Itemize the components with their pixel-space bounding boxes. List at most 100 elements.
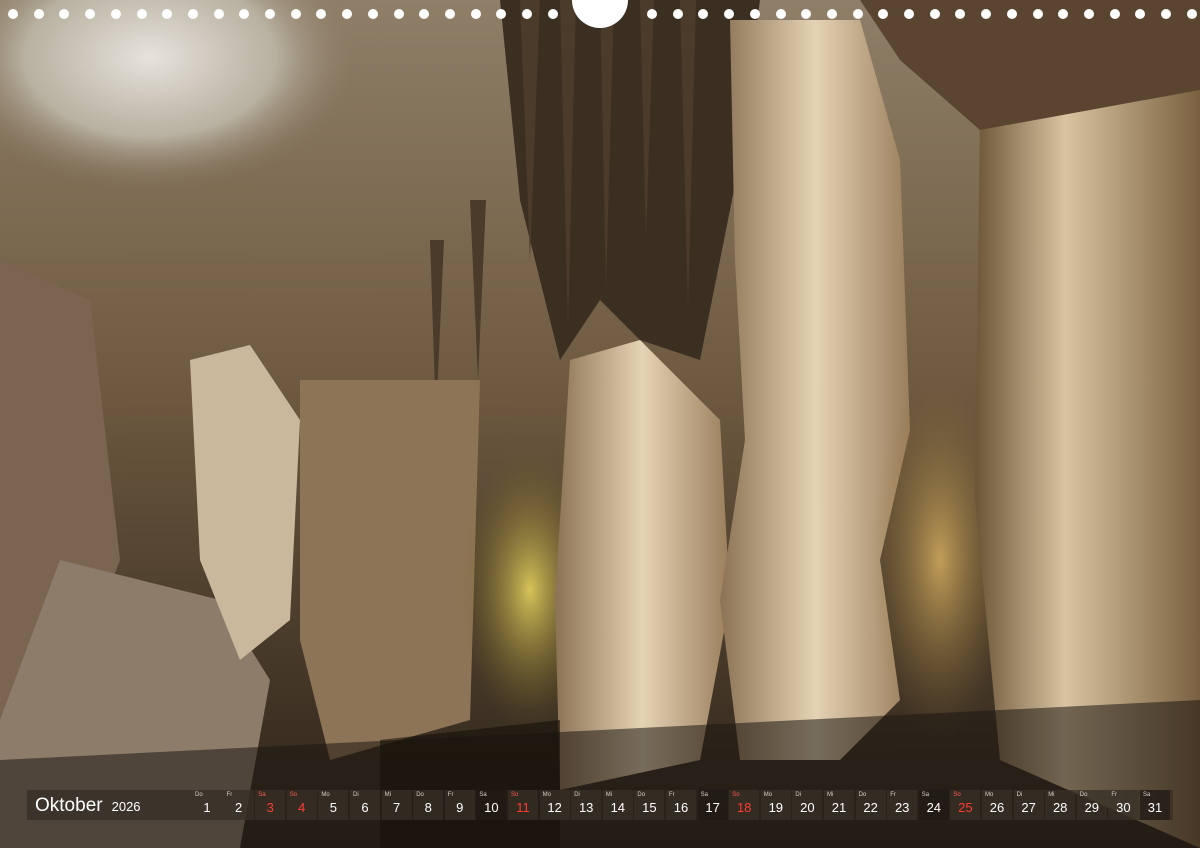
day-number: 31 [1147,800,1163,815]
day-number: 16 [673,800,689,815]
day-cell: Mi 28 [1045,790,1076,820]
binding-hole [496,9,507,19]
day-cell: Mo 12 [539,790,570,820]
day-of-week-label: Mi [827,792,834,798]
day-cell: Fr 30 [1108,790,1139,820]
day-of-week-label: Di [353,792,359,798]
binding-hole [547,9,558,19]
day-of-week-label: Do [1079,792,1088,798]
binding-hole [1058,9,1069,19]
binding-hole [470,9,481,19]
day-cell: So 25 [950,790,981,820]
day-number: 15 [642,800,657,815]
day-number: 21 [831,800,847,815]
day-cell: Do 29 [1076,790,1107,820]
day-of-week-label: Fr [226,792,233,798]
day-cell: Fr 16 [666,790,696,820]
binding-hole [213,9,224,19]
binding-hole [724,9,735,19]
binding-hole [981,9,992,19]
day-cell: Di 20 [792,790,823,820]
day-cell: Do 8 [413,790,444,820]
binding-hole [878,9,889,19]
day-number: 13 [578,800,594,815]
day-number: 19 [768,800,784,815]
day-of-week-label: Sa [700,792,708,798]
binding-hole [672,9,683,19]
day-of-week-label: Mo [321,792,330,798]
day-of-week-label: So [953,792,961,798]
day-number: 26 [989,800,1005,815]
day-cell: Sa 24 [918,790,949,820]
day-number: 25 [958,800,973,815]
binding-hole [393,9,404,19]
binding-hole [265,9,275,19]
day-number: 2 [234,800,243,815]
day-of-week-label: So [289,792,298,798]
day-number: 9 [456,800,464,815]
binding-hole [1109,9,1120,19]
day-cell: Mi 7 [381,790,412,820]
binding-hole [522,9,532,19]
binding-hole [342,9,353,19]
day-number: 30 [1116,800,1131,815]
calendar-page: Oktober 2026 Do 1 Fr 2 Sa 3 So 4 Mo 5 Di 6 Mi 7 Do 8 Fr 9… [0,0,1200,848]
binding-hole [1083,9,1094,19]
day-of-week-label: Fr [669,792,675,798]
day-number: 6 [361,800,369,815]
day-of-week-label: Mi [1048,792,1055,798]
binding-hole [162,9,173,19]
day-number: 17 [705,800,720,815]
day-of-week-label: Fr [890,792,896,798]
binding-hole [852,9,863,19]
day-cell: Mo 5 [318,790,349,820]
binding-hole [367,9,378,19]
binding-hole [239,9,250,19]
day-of-week-label: Di [795,792,802,798]
day-number: 11 [516,800,530,815]
day-cell: Mi 14 [602,790,633,820]
binding-hole [826,9,837,19]
day-number: 23 [894,800,910,815]
day-number: 7 [392,800,401,815]
binding-hole [904,9,914,19]
day-of-week-label: Mo [763,792,773,798]
binding-hole [647,9,657,19]
day-number: 27 [1021,800,1036,815]
day-number: 22 [863,800,878,815]
day-cell: Do 15 [634,790,665,820]
day-of-week-label: So [732,792,740,798]
day-cell: Di 6 [350,790,380,820]
binding-hole [749,9,760,19]
cave-photo [0,0,1200,848]
day-cell: Di 27 [1013,790,1044,820]
day-number: 28 [1052,800,1068,815]
day-cell: So 11 [508,790,538,820]
binding-hole [33,9,44,19]
binding-hole [8,9,18,19]
day-of-week-label: Di [1016,792,1023,798]
binding-hole [1032,9,1043,19]
binding-hole [444,9,455,19]
binding-hole [1161,9,1171,19]
day-cell: Di 13 [571,790,602,820]
day-of-week-label: Sa [258,792,266,798]
day-of-week-label: Fr [447,792,454,798]
year-label: 2026 [111,799,141,814]
binding-hole [929,9,940,19]
binding-hole [187,9,198,19]
day-of-week-label: Do [416,792,424,798]
day-of-week-label: Mi [384,792,391,798]
month-label: Oktober 2026 [35,795,141,817]
day-of-week-label: Mi [605,792,613,798]
day-cell: Mo 19 [760,790,791,820]
binding-hole [419,9,430,19]
day-cell: Sa 3 [255,790,286,820]
day-of-week-label: Mo [985,792,994,798]
day-of-week-label: Sa [479,792,487,798]
day-number: 10 [484,800,499,815]
binding-hole [1186,9,1197,19]
day-number: 24 [926,800,942,815]
binding-hole [801,9,812,19]
day-of-week-label: So [511,792,519,798]
